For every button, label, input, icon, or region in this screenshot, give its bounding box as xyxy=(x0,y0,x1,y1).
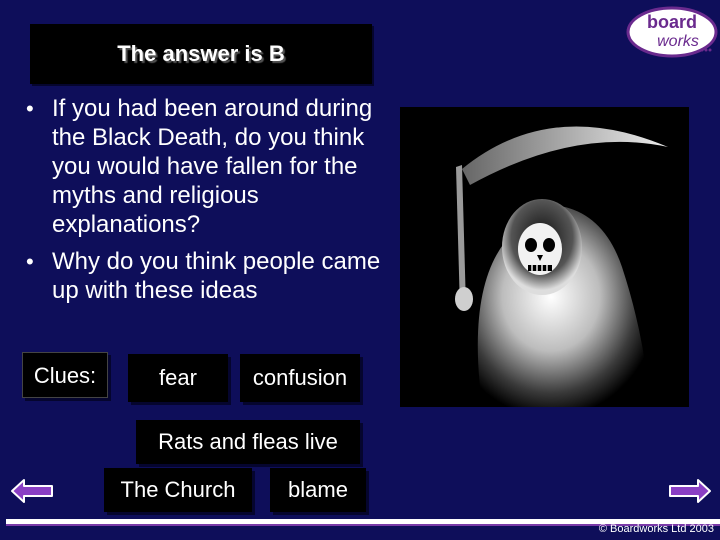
clue-church[interactable]: The Church xyxy=(104,468,252,512)
logo-line2: works xyxy=(657,33,699,50)
clue-rats[interactable]: Rats and fleas live xyxy=(136,420,360,464)
clues-label: Clues: xyxy=(22,352,108,398)
clue-church-text: The Church xyxy=(120,477,236,502)
slide-title: The answer is B xyxy=(117,41,285,66)
bullet-item: Why do you think people came up with the… xyxy=(26,247,406,305)
arrow-left-icon[interactable] xyxy=(10,478,54,504)
clue-confusion[interactable]: confusion xyxy=(240,354,360,402)
grim-reaper-icon xyxy=(455,126,668,407)
grim-reaper-image xyxy=(400,107,689,407)
clues-label-text: Clues: xyxy=(33,363,97,388)
clue-blame[interactable]: blame xyxy=(270,468,366,512)
boardworks-logo: board works xyxy=(626,6,718,58)
arrow-right-icon[interactable] xyxy=(668,478,712,504)
logo-line1: board xyxy=(647,12,697,32)
clue-rats-text: Rats and fleas live xyxy=(158,429,338,454)
title-banner: The answer is B xyxy=(30,24,372,84)
copyright-text: © Boardworks Ltd 2003 xyxy=(598,523,714,535)
clue-fear-text: fear xyxy=(159,365,197,390)
clue-blame-text: blame xyxy=(288,477,348,502)
clue-fear[interactable]: fear xyxy=(128,354,228,402)
bullet-list: If you had been around during the Black … xyxy=(26,94,406,313)
clue-confusion-text: confusion xyxy=(252,365,348,390)
bullet-item: If you had been around during the Black … xyxy=(26,94,406,239)
